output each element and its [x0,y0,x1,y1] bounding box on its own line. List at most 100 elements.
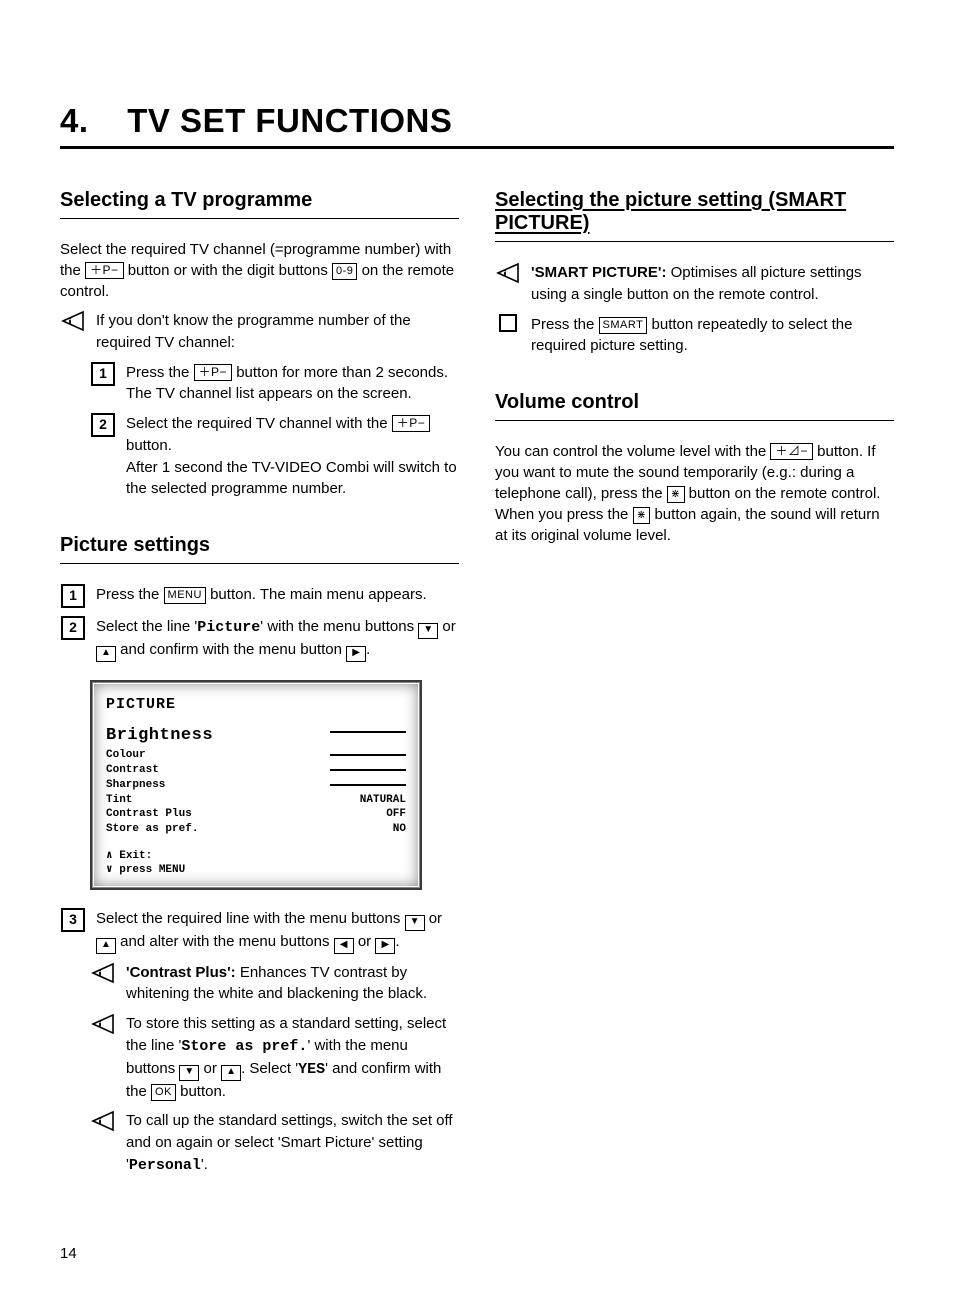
osd-slider [330,778,406,786]
osd-row: Colour [106,748,406,763]
text: ' with the menu buttons [260,618,418,635]
osd-row-value: NO [393,822,406,837]
osd-row-label: Contrast Plus [106,807,192,822]
text: or [442,618,455,635]
step-body: Press the ＋P− button for more than 2 sec… [126,362,459,406]
p-plus-minus-button: ＋P− [392,415,431,432]
osd-row: Tint NATURAL [106,793,406,808]
tip-body: To store this setting as a standard sett… [126,1013,459,1102]
tip-smart-picture: 'SMART PICTURE': Optimises all picture s… [495,262,894,306]
osd-footer-press: ∨ press MENU [106,863,406,877]
text: Press the [531,316,599,333]
tip-body: To call up the standard settings, switch… [126,1110,459,1176]
text: . [366,641,370,658]
chapter-number: 4. [60,102,89,139]
osd-title: PICTURE [106,696,406,713]
section-volume-control: Volume control You can control the volum… [495,391,894,546]
text: and confirm with the menu button [120,641,346,658]
osd-row: Contrast Plus OFF [106,807,406,822]
step-number: 2 [91,413,115,437]
right-arrow-icon: ▶ [346,646,366,662]
down-arrow-icon: ▼ [179,1065,199,1081]
tip-contrast-plus: 'Contrast Plus': Enhances TV contrast by… [90,962,459,1006]
tip-recall-standard: To call up the standard settings, switch… [90,1110,459,1176]
osd-slider [330,763,406,771]
step-body: Press the SMART button repeatedly to sel… [531,314,894,358]
text: After 1 second the TV-VIDEO Combi will s… [126,459,457,498]
menu-item-store: Store as pref. [181,1038,307,1055]
checkbox-icon [499,314,517,332]
text: Select the required line with the menu b… [96,910,405,927]
text: '. [201,1156,208,1173]
section-heading: Selecting a TV programme [60,189,459,219]
osd-row: Sharpness [106,778,406,793]
info-icon [91,962,115,984]
text: or [429,910,442,927]
intro-paragraph: Select the required TV channel (=program… [60,239,459,302]
osd-row-label: Sharpness [106,778,165,793]
page-number: 14 [60,1245,77,1262]
digit-buttons: 0-9 [332,263,357,280]
text: and alter with the menu buttons [120,933,333,950]
text: button. The main menu appears. [210,586,427,603]
mute-button: ⋇ [667,486,685,503]
tip-lead: 'SMART PICTURE': [531,264,666,281]
section-heading: Volume control [495,391,894,421]
info-row: If you don't know the programme number o… [60,310,459,354]
step-3: 3 Select the required line with the menu… [60,908,459,954]
osd-slider [330,748,406,756]
left-column: Selecting a TV programme Select the requ… [60,189,459,1211]
menu-item-picture: Picture [197,619,260,636]
text: button. [126,437,172,454]
step-number: 2 [61,616,85,640]
text: You can control the volume level with th… [495,443,770,460]
section-smart-picture: Selecting the picture setting (SMART PIC… [495,189,894,357]
right-arrow-icon: ▶ [375,938,395,954]
down-arrow-icon: ▼ [418,623,438,639]
step-1: 1 Press the ＋P− button for more than 2 s… [90,362,459,406]
text: button or with the digit buttons [128,262,332,279]
text: Press the [96,586,164,603]
text: button. [176,1083,226,1100]
step-1: 1 Press the MENU button. The main menu a… [60,584,459,608]
chapter-title: 4. TV SET FUNCTIONS [60,102,894,149]
up-arrow-icon: ▲ [96,646,116,662]
ok-button: OK [151,1084,176,1101]
down-arrow-icon: ▼ [405,915,425,931]
volume-button: ＋⊿− [770,443,813,460]
osd-row-label: Store as pref. [106,822,198,837]
menu-value-personal: Personal [129,1157,201,1174]
text: Select the required TV channel with the [126,415,392,432]
text: . [395,933,399,950]
info-icon [91,1110,115,1132]
section-heading: Picture settings [60,534,459,564]
up-arrow-icon: ▲ [96,938,116,954]
tip-store-pref: To store this setting as a standard sett… [90,1013,459,1102]
osd-slider [330,725,406,733]
osd-row-value: NATURAL [360,793,406,808]
smart-button: SMART [599,317,648,334]
section-heading: Selecting the picture setting (SMART PIC… [495,189,894,242]
step-body: Select the required TV channel with the … [126,413,459,500]
info-icon [496,262,520,284]
step-number: 1 [61,584,85,608]
text: Select the line ' [96,618,197,635]
right-column: Selecting the picture setting (SMART PIC… [495,189,894,1211]
step: Press the SMART button repeatedly to sel… [495,314,894,358]
osd-row-label: Contrast [106,763,159,778]
mute-button: ⋇ [633,507,651,524]
left-arrow-icon: ◀ [334,938,354,954]
osd-row-label: Tint [106,793,132,808]
chapter-text: TV SET FUNCTIONS [127,102,452,139]
menu-value-yes: YES [298,1061,325,1078]
text: or [358,933,376,950]
step-2: 2 Select the line 'Picture' with the men… [60,616,459,662]
tip-body: 'Contrast Plus': Enhances TV contrast by… [126,962,459,1006]
text: . Select ' [241,1060,298,1077]
section-selecting-programme: Selecting a TV programme Select the requ… [60,189,459,500]
up-arrow-icon: ▲ [221,1065,241,1081]
text: Press the [126,364,194,381]
osd-row-value: OFF [386,807,406,822]
menu-button: MENU [164,587,206,604]
step-body: Select the line 'Picture' with the menu … [96,616,459,662]
